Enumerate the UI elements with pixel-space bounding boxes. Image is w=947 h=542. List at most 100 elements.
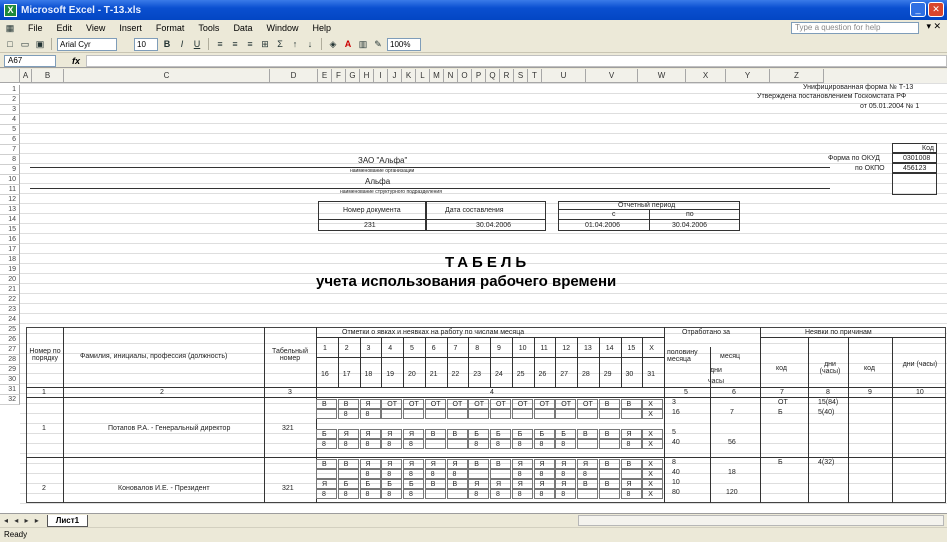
column-header-Q[interactable]: Q	[486, 69, 500, 83]
mark-cell[interactable]	[359, 469, 381, 479]
mark-cell[interactable]	[424, 469, 446, 479]
mark-cell[interactable]	[403, 439, 424, 449]
name-box[interactable]: A67	[4, 54, 56, 67]
row-header-30[interactable]: 30	[0, 375, 20, 385]
column-header-W[interactable]: W	[638, 69, 686, 83]
row-header-27[interactable]: 27	[0, 345, 20, 355]
menu-window[interactable]: Window	[264, 23, 300, 33]
fill-color-icon[interactable]: ◈	[327, 38, 339, 50]
mark-cell[interactable]	[337, 439, 359, 449]
row-header-7[interactable]: 7	[0, 145, 20, 155]
row-header-20[interactable]: 20	[0, 275, 20, 285]
sheet-cells[interactable]: Унифицированная форма № Т-13 Утверждена …	[20, 83, 947, 513]
mark-cell[interactable]	[533, 439, 555, 449]
column-header-O[interactable]: O	[458, 69, 472, 83]
menu-help[interactable]: Help	[310, 23, 333, 33]
merge-cells-icon[interactable]: ⊞	[259, 38, 271, 50]
mark-cell[interactable]	[337, 469, 359, 479]
menu-insert[interactable]: Insert	[117, 23, 144, 33]
menu-tools[interactable]: Tools	[196, 23, 221, 33]
row-header-11[interactable]: 11	[0, 185, 20, 195]
select-all-corner[interactable]	[0, 69, 20, 83]
mark-cell[interactable]	[555, 469, 577, 479]
mark-cell[interactable]	[555, 439, 577, 449]
mark-cell[interactable]	[359, 409, 381, 419]
mark-cell[interactable]	[577, 439, 598, 449]
sheet-nav-arrows[interactable]: ◂ ◂ ▸ ▸	[4, 516, 41, 525]
mark-cell[interactable]	[381, 409, 403, 419]
mark-cell[interactable]	[316, 409, 337, 419]
row-header-28[interactable]: 28	[0, 355, 20, 365]
row-header-19[interactable]: 19	[0, 265, 20, 275]
sort-ascending-icon[interactable]: ↑	[289, 38, 301, 50]
mark-cell[interactable]	[468, 469, 490, 479]
close-button[interactable]: ✕	[928, 2, 944, 17]
row-header-29[interactable]: 29	[0, 365, 20, 375]
formula-input[interactable]	[86, 54, 947, 67]
mark-cell[interactable]	[446, 469, 468, 479]
autosum-icon[interactable]: Σ	[274, 38, 286, 50]
row-header-31[interactable]: 31	[0, 385, 20, 395]
mark-cell[interactable]	[381, 489, 403, 499]
mark-cell[interactable]	[533, 489, 555, 499]
row-header-15[interactable]: 15	[0, 225, 20, 235]
row-header-17[interactable]: 17	[0, 245, 20, 255]
column-header-V[interactable]: V	[586, 69, 638, 83]
column-header-I[interactable]: I	[374, 69, 388, 83]
row-header-18[interactable]: 18	[0, 255, 20, 265]
row-header-8[interactable]: 8	[0, 155, 20, 165]
mark-cell[interactable]	[446, 409, 468, 419]
row-header-25[interactable]: 25	[0, 325, 20, 335]
mark-cell[interactable]	[403, 489, 424, 499]
mark-cell[interactable]	[490, 469, 511, 479]
function-icon[interactable]: fx	[72, 56, 80, 66]
mark-cell[interactable]	[424, 439, 446, 449]
sort-descending-icon[interactable]: ↓	[304, 38, 316, 50]
menu-format[interactable]: Format	[154, 23, 187, 33]
column-header-M[interactable]: M	[430, 69, 444, 83]
column-header-Z[interactable]: Z	[770, 69, 824, 83]
mark-cell[interactable]	[381, 469, 403, 479]
minimize-button[interactable]: _	[910, 2, 926, 17]
mark-cell[interactable]	[316, 439, 337, 449]
column-header-K[interactable]: K	[402, 69, 416, 83]
mark-cell[interactable]	[359, 489, 381, 499]
mark-cell[interactable]	[446, 439, 468, 449]
mark-cell[interactable]	[533, 469, 555, 479]
open-icon[interactable]: ▭	[19, 38, 31, 50]
row-header-4[interactable]: 4	[0, 115, 20, 125]
mark-cell[interactable]	[381, 439, 403, 449]
align-left-icon[interactable]: ≡	[214, 38, 226, 50]
worksheet-grid[interactable]: ABCDEFGHIJKLMNOPQRSTUVWXYZ 1 2 3 4 5 6 7 8 9 10 11…	[0, 69, 947, 513]
column-header-B[interactable]: B	[32, 69, 64, 83]
mark-cell[interactable]	[359, 439, 381, 449]
column-header-S[interactable]: S	[514, 69, 528, 83]
mark-cell[interactable]	[577, 409, 598, 419]
underline-button[interactable]: U	[191, 38, 203, 50]
mark-cell[interactable]	[511, 469, 533, 479]
column-header-F[interactable]: F	[332, 69, 346, 83]
mark-cell[interactable]	[577, 469, 598, 479]
mark-cell[interactable]	[598, 439, 620, 449]
menu-edit[interactable]: Edit	[55, 23, 75, 33]
row-header-32[interactable]: 32	[0, 395, 20, 405]
column-header-U[interactable]: U	[542, 69, 586, 83]
column-header-G[interactable]: G	[346, 69, 360, 83]
row-header-16[interactable]: 16	[0, 235, 20, 245]
mark-cell[interactable]	[337, 409, 359, 419]
mark-cell[interactable]	[468, 439, 490, 449]
row-header-23[interactable]: 23	[0, 305, 20, 315]
mark-cell[interactable]	[490, 409, 511, 419]
mark-cell[interactable]	[468, 409, 490, 419]
column-header-X[interactable]: X	[686, 69, 726, 83]
column-header-Y[interactable]: Y	[726, 69, 770, 83]
column-header-H[interactable]: H	[360, 69, 374, 83]
mark-cell[interactable]	[598, 489, 620, 499]
bold-button[interactable]: B	[161, 38, 173, 50]
save-icon[interactable]: ▣	[34, 38, 46, 50]
row-header-12[interactable]: 12	[0, 195, 20, 205]
align-center-icon[interactable]: ≡	[229, 38, 241, 50]
column-header-E[interactable]: E	[318, 69, 332, 83]
mark-cell[interactable]	[490, 489, 511, 499]
row-header-21[interactable]: 21	[0, 285, 20, 295]
